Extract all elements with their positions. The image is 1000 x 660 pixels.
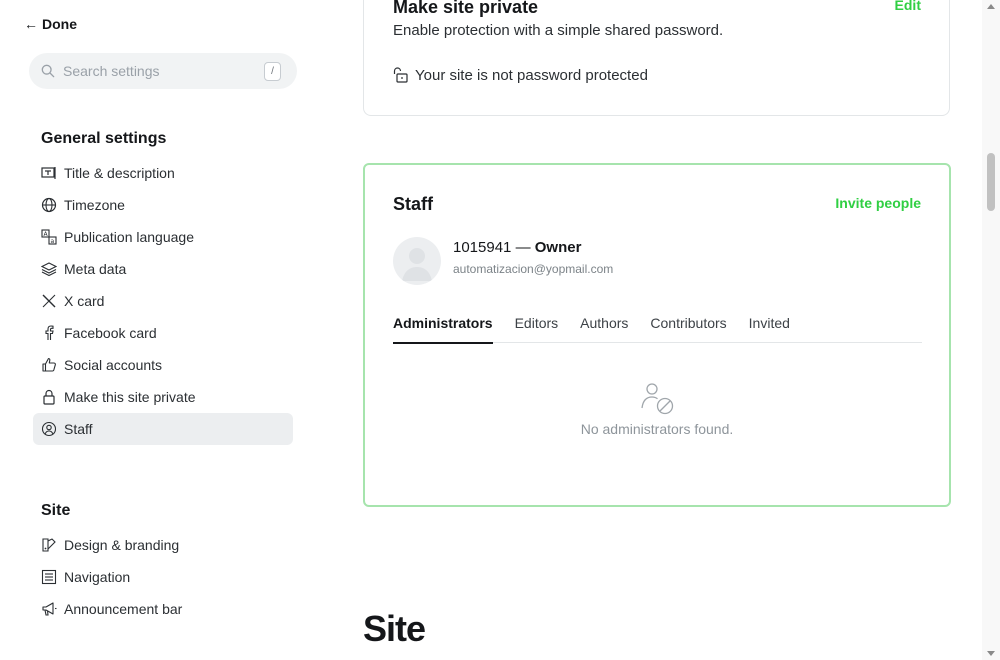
- megaphone-icon: [41, 601, 57, 617]
- sidebar-item-meta-data[interactable]: Meta data: [33, 253, 293, 285]
- card-title: Make site private: [393, 0, 539, 17]
- sidebar-item-label: X card: [64, 293, 105, 309]
- sidebar-item-make-site-private[interactable]: Make this site private: [33, 381, 293, 413]
- done-button[interactable]: ← Done: [24, 16, 77, 32]
- x-logo-icon: [41, 293, 57, 309]
- sidebar-item-label: Publication language: [64, 229, 194, 245]
- owner-name: 1015941: [453, 239, 512, 256]
- owner-email: automatizacion@yopmail.com: [453, 262, 614, 276]
- sidebar-item-label: Announcement bar: [64, 601, 183, 617]
- svg-text:a: a: [51, 238, 55, 245]
- site-section-heading: Site: [363, 608, 426, 649]
- avatar[interactable]: [393, 237, 441, 285]
- sidebar-item-label: Navigation: [64, 569, 131, 585]
- sidebar-item-label: Make this site private: [64, 389, 196, 405]
- sidebar-item-label: Title & description: [64, 165, 175, 181]
- thumbs-up-icon: [41, 357, 57, 373]
- staff-tabs: Administrators Editors Authors Contribut…: [393, 315, 922, 344]
- invite-people-button[interactable]: Invite people: [835, 195, 921, 211]
- sidebar-item-x-card[interactable]: X card: [33, 285, 293, 317]
- sidebar-item-navigation[interactable]: Navigation: [33, 561, 293, 593]
- sidebar-item-label: Design & branding: [64, 537, 180, 553]
- sidebar-item-announcement-bar[interactable]: Announcement bar: [33, 593, 293, 625]
- general-settings-title: General settings: [41, 130, 167, 147]
- done-label: Done: [42, 16, 77, 32]
- protection-status: Your site is not password protected: [393, 66, 648, 84]
- general-settings-nav: Title & description Timezone Aa Publicat…: [33, 157, 293, 445]
- paint-icon: [41, 537, 57, 553]
- sidebar-item-social-accounts[interactable]: Social accounts: [33, 349, 293, 381]
- scrollbar-thumb[interactable]: [987, 153, 995, 211]
- staff-icon: [41, 421, 57, 437]
- scroll-up-arrow-icon[interactable]: [987, 4, 995, 9]
- empty-state-message: No administrators found.: [580, 421, 734, 437]
- lock-icon: [41, 389, 57, 405]
- staff-title: Staff: [393, 194, 433, 214]
- page-scrollbar[interactable]: [982, 0, 1000, 660]
- scroll-down-arrow-icon[interactable]: [987, 651, 995, 656]
- language-icon: Aa: [41, 229, 57, 245]
- tab-invited[interactable]: Invited: [749, 315, 790, 343]
- sidebar-item-label: Staff: [64, 421, 93, 437]
- no-users-icon: [641, 383, 674, 415]
- tab-contributors[interactable]: Contributors: [650, 315, 726, 343]
- globe-icon: [41, 197, 57, 213]
- settings-main: Make site private Edit Enable protection…: [330, 0, 982, 660]
- search-input[interactable]: [63, 63, 253, 79]
- tab-administrators[interactable]: Administrators: [393, 315, 493, 344]
- card-description: Enable protection with a simple shared p…: [393, 22, 724, 39]
- sidebar-item-label: Facebook card: [64, 325, 157, 341]
- sidebar-item-label: Meta data: [64, 261, 127, 277]
- user-placeholder-icon: [402, 248, 432, 281]
- status-text: Your site is not password protected: [415, 66, 648, 84]
- sidebar-item-timezone[interactable]: Timezone: [33, 189, 293, 221]
- owner-separator: —: [511, 239, 535, 256]
- search-shortcut-key: /: [264, 62, 281, 81]
- site-section-title: Site: [41, 502, 71, 519]
- sidebar-item-design-branding[interactable]: Design & branding: [33, 529, 293, 561]
- sidebar-item-facebook-card[interactable]: Facebook card: [33, 317, 293, 349]
- layers-icon: [41, 261, 57, 277]
- sidebar-item-staff[interactable]: Staff: [33, 413, 293, 445]
- staff-card: Staff Invite people 1015941 — Owner auto…: [363, 163, 951, 507]
- title-icon: [41, 165, 57, 181]
- make-site-private-card: Make site private Edit Enable protection…: [363, 0, 950, 116]
- search-icon: [41, 64, 55, 78]
- edit-button[interactable]: Edit: [895, 0, 921, 13]
- sidebar-item-label: Timezone: [64, 197, 125, 213]
- tab-editors[interactable]: Editors: [515, 315, 559, 343]
- unlock-icon: [393, 67, 408, 83]
- list-icon: [41, 569, 57, 585]
- sidebar-item-label: Social accounts: [64, 357, 163, 373]
- owner-line[interactable]: 1015941 — Owner: [453, 239, 581, 256]
- sidebar-item-title-description[interactable]: Title & description: [33, 157, 293, 189]
- settings-sidebar: ← Done / General settings Title & descri…: [0, 0, 330, 660]
- owner-role: Owner: [534, 239, 582, 256]
- site-nav: Design & branding Navigation Announcemen…: [33, 529, 293, 625]
- sidebar-item-publication-language[interactable]: Aa Publication language: [33, 221, 293, 253]
- facebook-icon: [41, 325, 57, 341]
- arrow-left-icon: ←: [24, 16, 38, 32]
- search-box[interactable]: /: [29, 53, 297, 89]
- tab-authors[interactable]: Authors: [580, 315, 628, 343]
